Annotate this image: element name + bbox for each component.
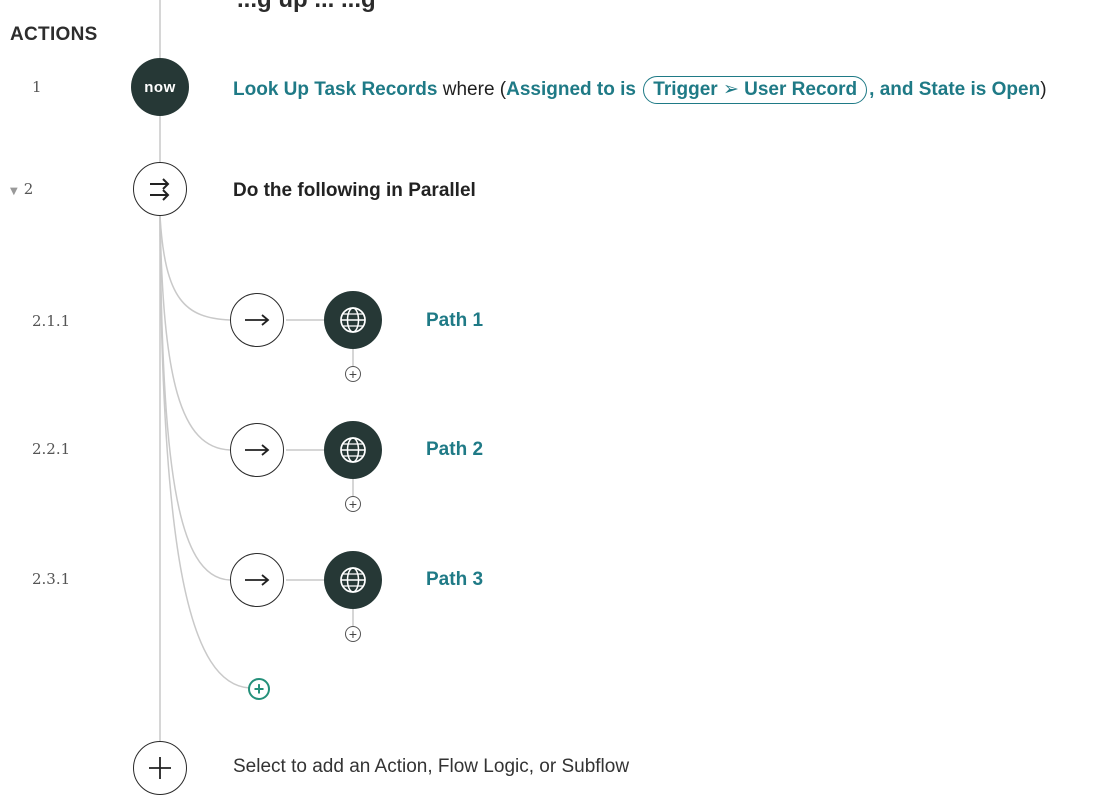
where-text: where ( — [442, 79, 507, 100]
parallel-arrows-glyph — [150, 178, 170, 201]
arrow-right-icon[interactable] — [230, 293, 284, 347]
path-1-label[interactable]: Path 1 — [426, 310, 483, 332]
path-number: 2.1.1 — [32, 312, 71, 330]
step-number: 1 — [32, 78, 42, 96]
data-pill-trigger-user-record[interactable]: Trigger ➢ User Record — [643, 76, 868, 104]
arrow-right-icon[interactable] — [230, 553, 284, 607]
add-step-plus-icon[interactable]: + — [345, 626, 361, 642]
add-branch-plus-icon[interactable]: + — [248, 678, 270, 700]
condition-state[interactable]: , and State is Open — [869, 79, 1040, 100]
flow-connectors — [159, 0, 354, 741]
action-name[interactable]: Look Up Task Records — [233, 79, 437, 100]
triangle-down-icon[interactable]: ▼ — [10, 186, 18, 197]
parallel-arrows-icon[interactable] — [133, 162, 187, 216]
add-step-plus-icon[interactable]: + — [345, 496, 361, 512]
actions-heading: ACTIONS — [10, 24, 98, 45]
path-3-label[interactable]: Path 3 — [426, 569, 483, 591]
add-step-plus-icon[interactable]: + — [345, 366, 361, 382]
add-step-label[interactable]: Select to add an Action, Flow Logic, or … — [233, 756, 629, 778]
step-2-label[interactable]: Do the following in Parallel — [233, 180, 476, 202]
path-number: 2.2.1 — [32, 440, 71, 458]
now-logo-text: now — [144, 78, 176, 96]
close-paren: ) — [1040, 79, 1047, 100]
path-2-label[interactable]: Path 2 — [426, 439, 483, 461]
condition-assigned[interactable]: Assigned to is — [506, 79, 636, 100]
plus-icon — [149, 757, 171, 779]
globe-icon[interactable] — [324, 551, 382, 609]
step-1-action[interactable]: Look Up Task Records where (Assigned to … — [233, 76, 1047, 104]
globe-icon[interactable] — [324, 421, 382, 479]
add-step-button[interactable] — [133, 741, 187, 795]
path-number: 2.3.1 — [32, 570, 71, 588]
servicenow-now-icon[interactable]: now — [131, 58, 189, 116]
globe-icon[interactable] — [324, 291, 382, 349]
arrow-right-icon[interactable] — [230, 423, 284, 477]
step-number-row[interactable]: ▼ 2 — [10, 180, 33, 198]
page-title-cut: ...g up ... ...g — [237, 0, 376, 14]
step-number: 2 — [23, 180, 34, 198]
